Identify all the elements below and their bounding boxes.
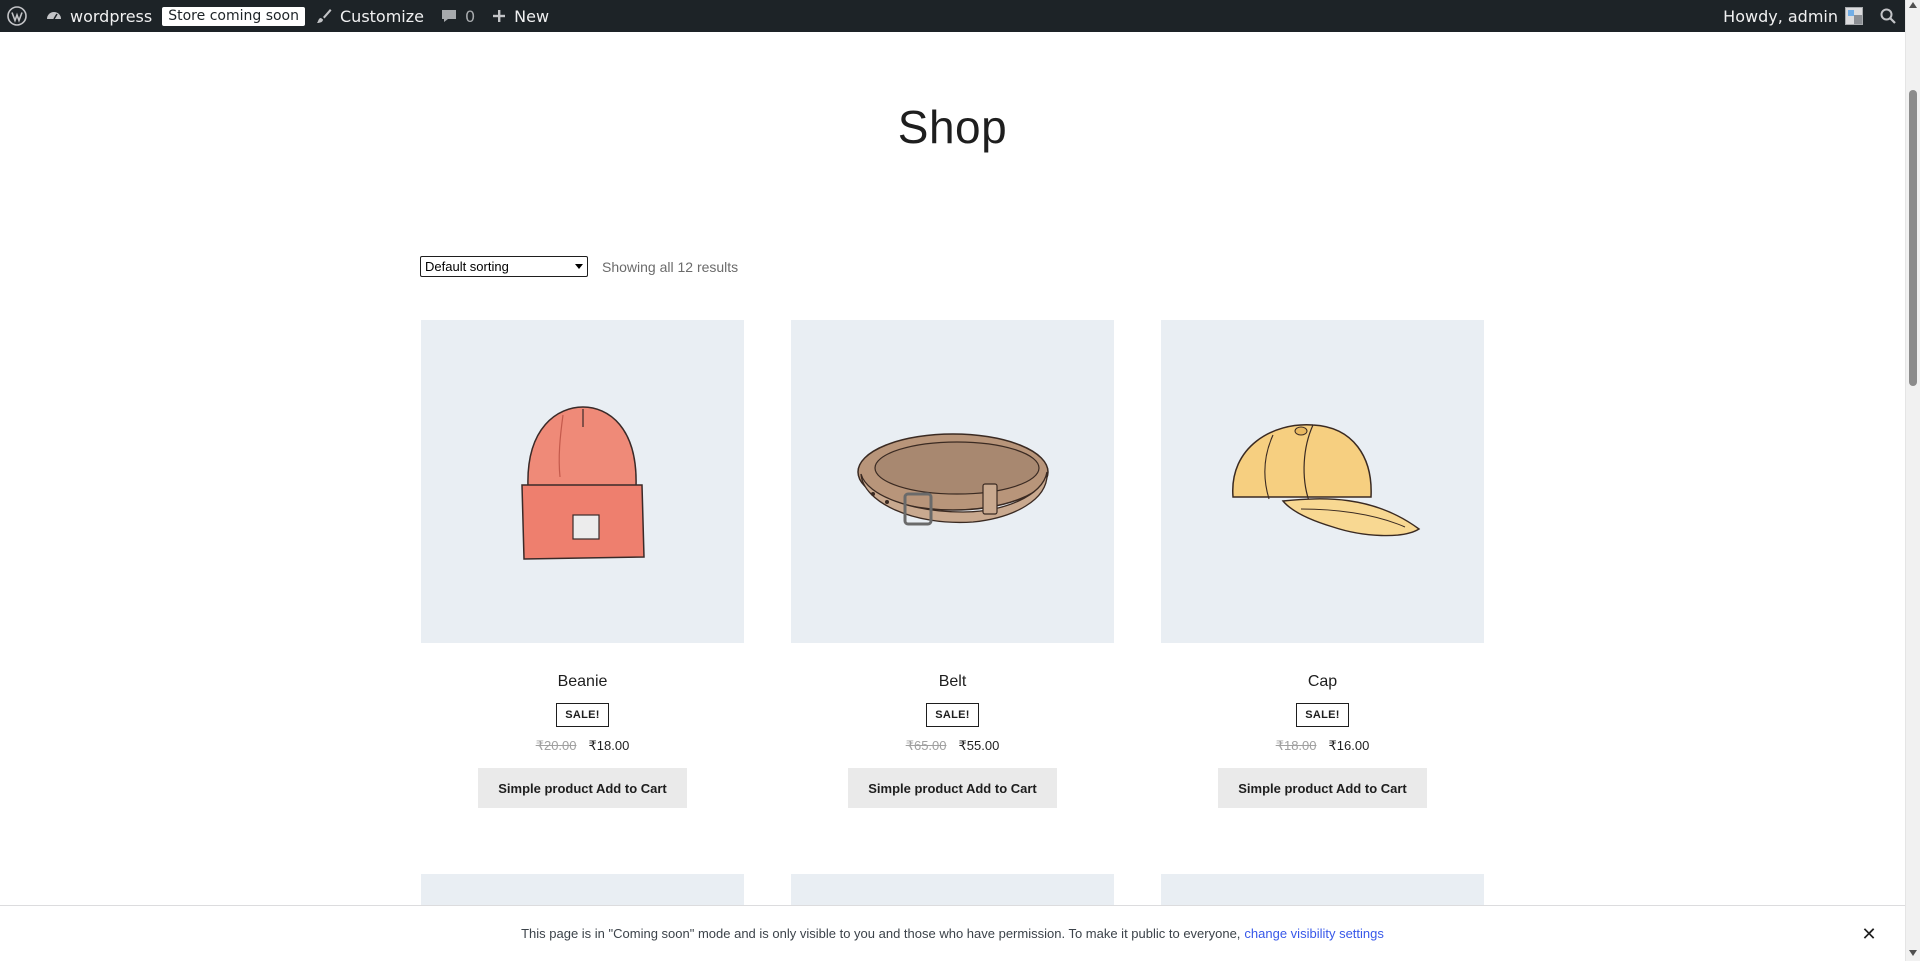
add-to-cart-button[interactable]: Simple product Add to Cart [478,768,687,808]
sale-price: ₹55.00 [958,738,1000,753]
scroll-up-arrow-icon[interactable] [1909,2,1917,8]
product-price: ₹20.00 ₹18.00 [536,738,630,754]
product-image-link[interactable] [791,320,1114,643]
dashboard-icon [47,12,61,20]
product-name[interactable]: Beanie [558,673,608,691]
howdy-greeting: Howdy, admin [1723,6,1838,26]
page-scrollbar[interactable] [1905,0,1920,961]
product-name[interactable]: Cap [1308,673,1337,691]
sale-price: ₹16.00 [1328,738,1370,753]
site-name: wordpress [70,6,153,26]
scroll-down-arrow-icon[interactable] [1909,950,1917,956]
notice-text: This page is in "Coming soon" mode and i… [521,926,1241,941]
wordpress-icon [7,6,27,26]
site-name-menu[interactable]: wordpress [37,0,160,32]
page-title: Shop [897,101,1008,153]
beanie-image-icon [520,405,645,560]
avatar [1845,7,1863,25]
new-content-menu[interactable]: New [483,0,557,32]
product-price: ₹18.00 ₹16.00 [1276,738,1370,754]
wordpress-logo-menu[interactable] [0,0,37,32]
regular-price: ₹65.00 [905,738,947,753]
my-account-menu[interactable]: Howdy, admin [1715,0,1871,32]
sorting-select[interactable]: Default sorting [420,256,588,277]
store-coming-soon-badge[interactable]: Store coming soon [162,6,305,26]
product-card: Cap SALE! ₹18.00 ₹16.00 Simple product A… [1161,320,1484,808]
brush-icon [317,9,332,23]
belt-image-icon [856,432,1049,525]
chevron-down-icon [575,264,583,269]
comments-link[interactable]: 0 [432,0,483,32]
admin-search[interactable] [1871,0,1905,32]
sale-price: ₹18.00 [588,738,630,753]
coming-soon-notice: This page is in "Coming soon" mode and i… [0,905,1905,961]
admin-bar: wordpress Store coming soon Customize 0 … [0,0,1905,32]
sale-badge: SALE! [556,703,609,727]
regular-price: ₹18.00 [1275,738,1317,753]
customize-link[interactable]: Customize [307,0,432,32]
sale-badge: SALE! [1296,703,1349,727]
product-grid: Beanie SALE! ₹20.00 ₹18.00 Simple produc… [421,320,1485,808]
product-card: Belt SALE! ₹65.00 ₹55.00 Simple product … [791,320,1114,808]
sale-badge: SALE! [926,703,979,727]
add-to-cart-button[interactable]: Simple product Add to Cart [1218,768,1427,808]
customize-label: Customize [340,6,424,26]
add-to-cart-button[interactable]: Simple product Add to Cart [848,768,1057,808]
product-price: ₹65.00 ₹55.00 [906,738,1000,754]
cap-image-icon [1231,423,1420,536]
product-image-link[interactable] [421,320,744,643]
sorting-selected-value: Default sorting [425,259,509,274]
comments-count: 0 [464,6,476,26]
scroll-thumb[interactable] [1909,90,1917,386]
product-card: Beanie SALE! ₹20.00 ₹18.00 Simple produc… [421,320,744,808]
new-label: New [514,6,550,26]
comment-icon [441,10,456,22]
result-count: Showing all 12 results [602,258,739,275]
product-name[interactable]: Belt [939,673,967,691]
search-icon [1880,8,1896,24]
regular-price: ₹20.00 [535,738,577,753]
plus-icon [493,10,506,22]
change-visibility-link[interactable]: change visibility settings [1244,926,1383,941]
close-icon[interactable]: ✕ [1859,924,1879,944]
shop-toolbar: Default sorting Showing all 12 results [420,256,738,277]
product-image-link[interactable] [1161,320,1484,643]
